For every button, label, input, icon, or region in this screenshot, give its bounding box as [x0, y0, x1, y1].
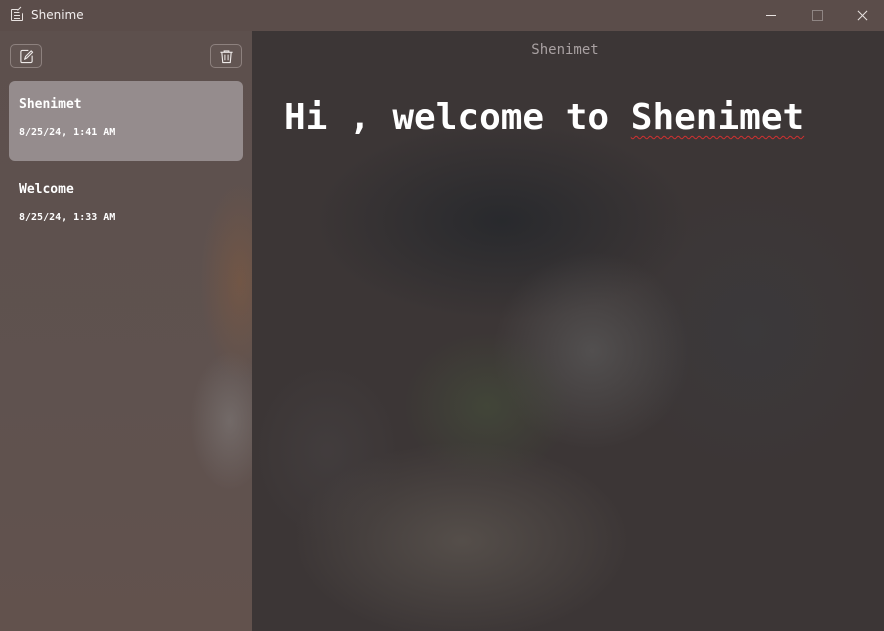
edit-note-icon — [20, 49, 34, 64]
close-button[interactable] — [840, 0, 884, 31]
note-editor[interactable]: Shenimet Hi , welcome to Shenimet — [252, 31, 884, 631]
editor-text[interactable]: Hi , welcome to Shenimet — [284, 97, 804, 138]
background-blur — [292, 441, 632, 631]
document-title: Shenimet — [531, 42, 599, 58]
note-list-item[interactable]: Shenimet 8/25/24, 1:41 AM — [9, 81, 243, 161]
app-notepad-icon — [11, 9, 23, 21]
app-window: Shenime Shenimet 8/25/24, 1:41 AM Welcom… — [0, 0, 884, 631]
title-bar[interactable]: Shenime — [0, 0, 884, 31]
trash-icon — [220, 50, 233, 64]
note-date: 8/25/24, 1:33 AM — [19, 212, 116, 223]
misspelled-word[interactable]: Shenimet — [631, 97, 804, 138]
note-title: Shenimet — [19, 97, 82, 112]
note-list-item[interactable]: Welcome 8/25/24, 1:33 AM — [9, 166, 243, 246]
minimize-button[interactable] — [748, 0, 794, 31]
editor-text-prefix: Hi , welcome to — [284, 97, 631, 138]
background-glow — [190, 351, 252, 491]
window-title: Shenime — [31, 8, 84, 22]
new-note-button[interactable] — [10, 44, 42, 68]
notes-sidebar: Shenimet 8/25/24, 1:41 AM Welcome 8/25/2… — [0, 31, 252, 631]
note-date: 8/25/24, 1:41 AM — [19, 127, 116, 138]
maximize-button[interactable] — [794, 0, 840, 31]
delete-note-button[interactable] — [210, 44, 242, 68]
note-title: Welcome — [19, 182, 74, 197]
